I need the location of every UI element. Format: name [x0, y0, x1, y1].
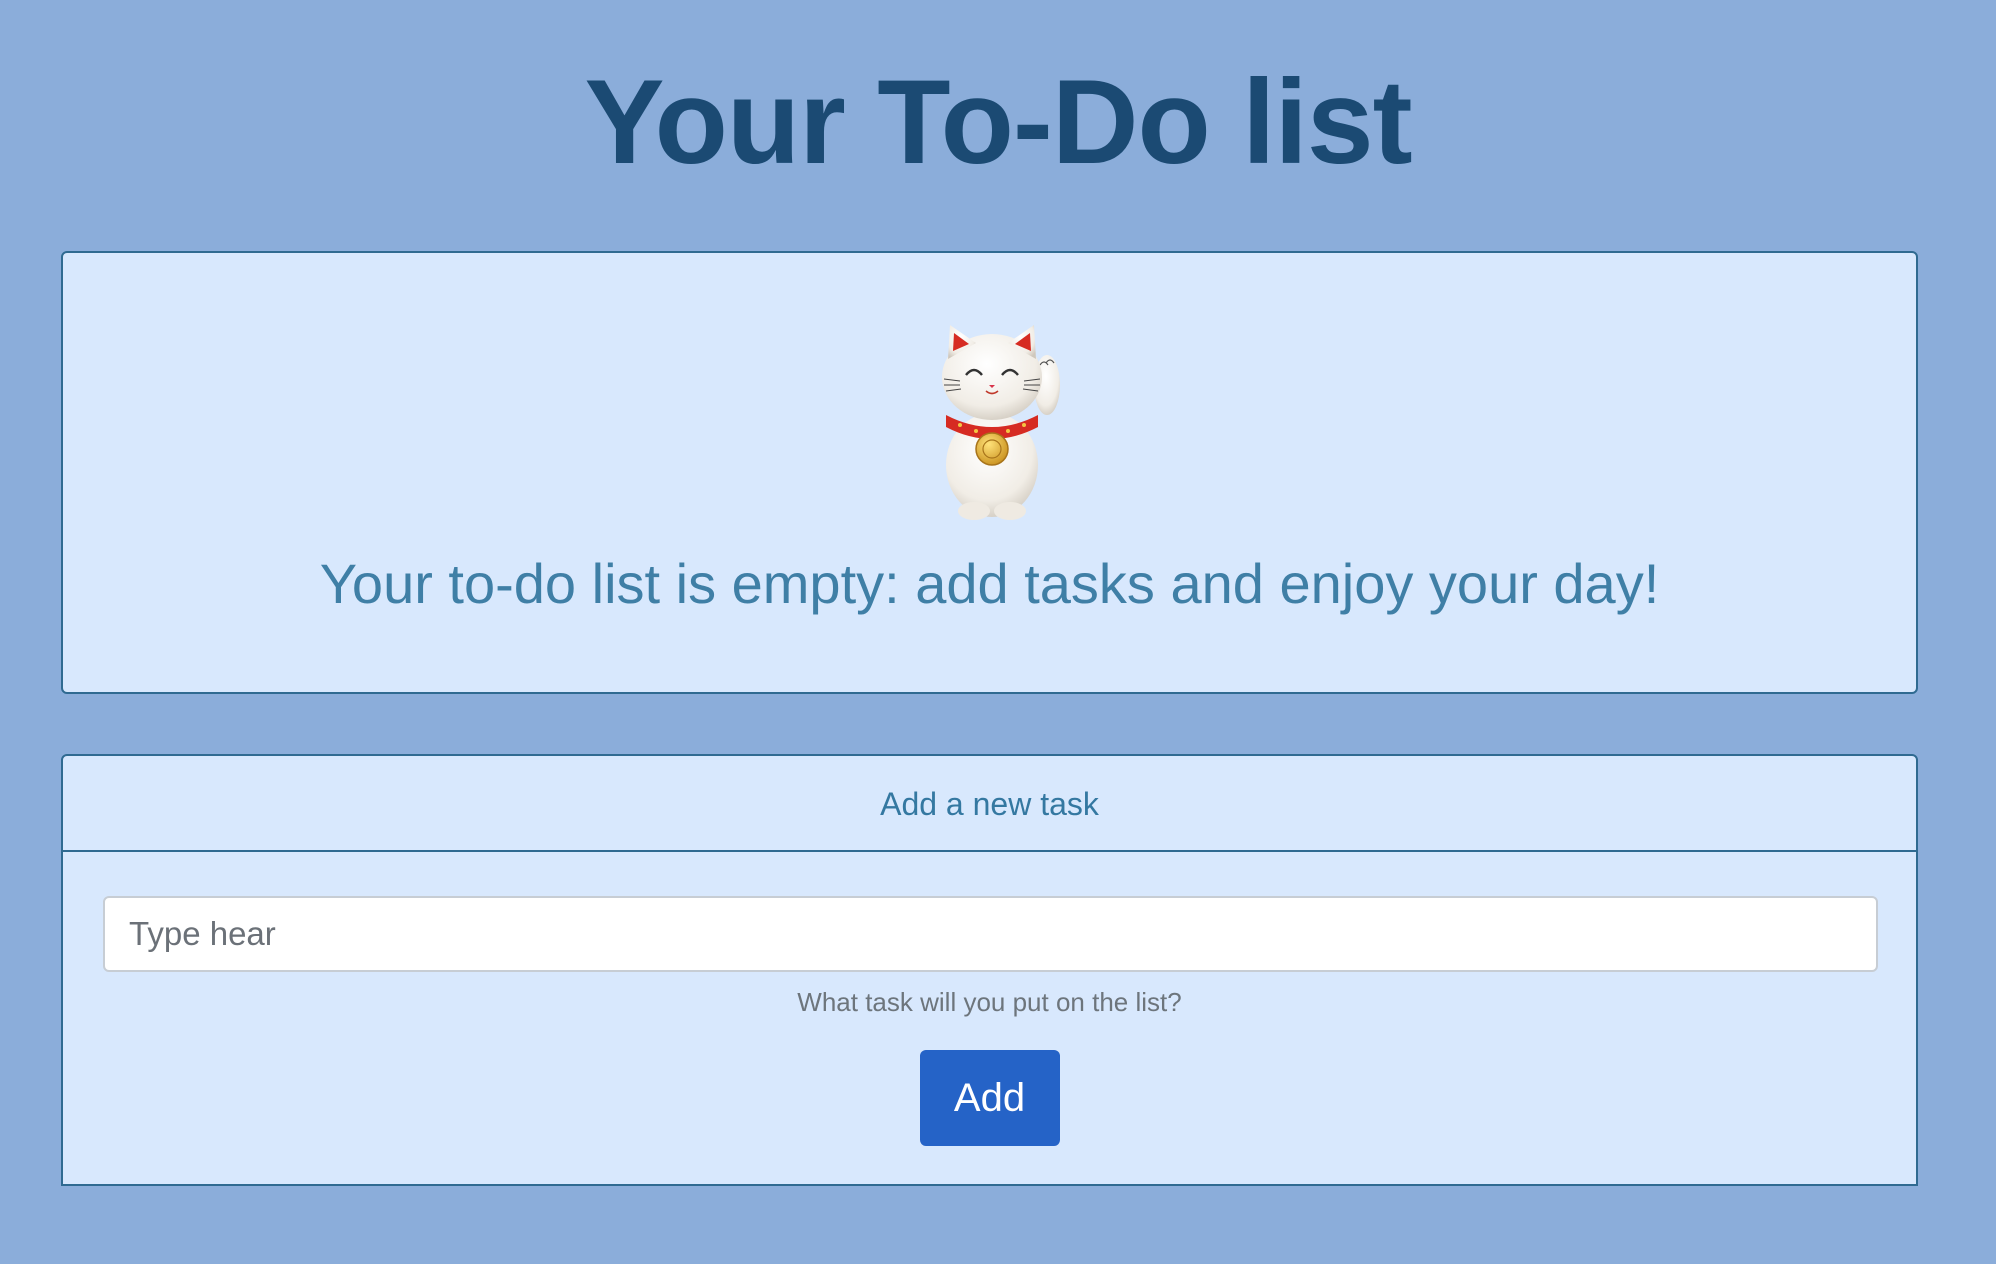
task-input[interactable]: [103, 896, 1878, 972]
add-task-button[interactable]: Add: [919, 1050, 1060, 1146]
task-input-helper-text: What task will you put on the list?: [797, 987, 1182, 1017]
maneki-neko-cat-icon: [941, 325, 1060, 520]
add-task-card: Add a new task What task will you put on…: [61, 754, 1918, 1186]
empty-list-card: Your to-do list is empty: add tasks and …: [61, 251, 1918, 694]
add-task-header: Add a new task: [63, 756, 1916, 852]
empty-list-message: Your to-do list is empty: add tasks and …: [319, 552, 1660, 615]
page-title: Your To-Do list: [584, 55, 1412, 189]
